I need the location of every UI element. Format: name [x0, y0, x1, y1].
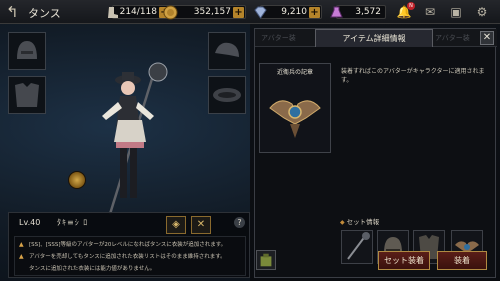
staff-icon [347, 232, 370, 260]
badge-emblem-icon [269, 100, 321, 138]
set-equip-button[interactable]: セット装着 [378, 251, 430, 270]
gear-icon[interactable]: ⚙ [474, 4, 490, 20]
item-name: 近衛兵の記章 [276, 69, 313, 76]
notification-badge: N [407, 2, 415, 10]
gem-icon [254, 6, 267, 19]
note-text-1: [SS]、[SSS]等級のアバターが20レベルになればタンスに衣装が追加されます… [29, 242, 227, 248]
chat-icon[interactable]: ▣ [448, 4, 464, 20]
tab-avatar-left[interactable]: アバター装 [261, 33, 296, 43]
equip-slot-belt[interactable] [208, 76, 246, 114]
rotate-character-button[interactable] [68, 171, 86, 189]
note-line: ▲タンスに追加された衣装には能力値がありません。 [19, 264, 155, 272]
warning-icon: ▲ [19, 241, 24, 248]
character-level: Lv.40 [19, 218, 41, 227]
equip-slot-helmet[interactable] [8, 32, 46, 70]
bell-icon[interactable]: 🔔 N [396, 2, 415, 20]
note-text-3: タンスに追加された衣装には能力値がありません。 [29, 266, 156, 272]
weapon-toggle-button[interactable]: ✕ [191, 216, 211, 234]
warning-icon: ▲ [19, 253, 24, 260]
set-item-weapon[interactable] [341, 230, 373, 264]
tab-avatar-right[interactable]: アバター装 [435, 33, 470, 43]
shoulder-icon [215, 42, 239, 57]
back-arrow-icon[interactable]: ↰ [6, 3, 24, 21]
gold-counter: 352,157 + [163, 5, 246, 20]
character-model [102, 62, 168, 215]
points-value: 3,572 [355, 7, 381, 17]
note-line: ▲ [SS]、[SSS]等級のアバターが20レベルになればタンスに衣装が追加されま… [19, 240, 226, 248]
costume-toggle-button[interactable]: ◈ [166, 216, 186, 234]
mail-icon[interactable]: ✉ [422, 4, 438, 20]
set-info-title: ◆ セット情報 [340, 216, 381, 226]
note-line: ▲ アバターを売却してもタンスに追加された衣装リストはそのまま維持されます。 [19, 252, 226, 260]
character-info-panel: Lv.40 ﾀｷ≡ｼ ﾛ ◈ ✕ ? ▲ [SS]、[SSS]等級のアバターが20… [8, 212, 250, 278]
note-text-2: アバターを売却してもタンスに追加された衣装リストはそのまま維持されます。 [29, 254, 226, 260]
helmet-icon [17, 41, 37, 59]
gem-counter: 9,210 + [254, 5, 322, 19]
equip-button[interactable]: 装着 [437, 251, 487, 270]
gold-value: 352,157 [193, 7, 231, 17]
character-name: ﾀｷ≡ｼ ﾛ [57, 218, 89, 227]
equip-slot-shoulder[interactable] [208, 32, 246, 70]
gold-coin-icon [163, 5, 178, 20]
help-icon[interactable]: ? [234, 217, 245, 228]
item-detail-panel: アバター装 アイテム詳細情報 アバター装 ✕ 近衛兵の記章 装着すればこのアバタ… [254, 28, 497, 278]
close-button[interactable]: ✕ [480, 31, 494, 45]
bag-icon [260, 253, 272, 267]
equip-slot-armor[interactable] [8, 76, 46, 114]
belt-icon [213, 88, 241, 102]
set-info-label: セット情報 [346, 218, 380, 226]
stamina-value: 214/118 [119, 7, 157, 17]
page-title: タンス [28, 7, 61, 20]
gold-add-button[interactable]: + [233, 7, 244, 18]
panel-tabs: アバター装 アイテム詳細情報 アバター装 ✕ [255, 29, 497, 47]
item-description: 装着すればこのアバターがキャラクターに適用されます。 [341, 68, 485, 84]
top-bar: ↰ タンス 214/118 + 352,157 + 9,210 + 3,572 … [0, 0, 500, 24]
points-counter: 3,572 [330, 5, 386, 19]
item-card: 近衛兵の記章 [259, 63, 331, 153]
boot-icon [108, 7, 118, 18]
bullet-icon: ◆ [340, 219, 345, 226]
armor-icon [15, 83, 39, 107]
flask-icon [330, 6, 343, 18]
costume-bag-icon[interactable] [256, 250, 276, 270]
gem-value: 9,210 [281, 7, 307, 17]
tab-item-detail[interactable]: アイテム詳細情報 [315, 29, 433, 47]
notes-box: ▲ [SS]、[SSS]等級のアバターが20レベルになればタンスに衣装が追加されま… [14, 236, 246, 276]
gem-add-button[interactable]: + [309, 7, 320, 18]
